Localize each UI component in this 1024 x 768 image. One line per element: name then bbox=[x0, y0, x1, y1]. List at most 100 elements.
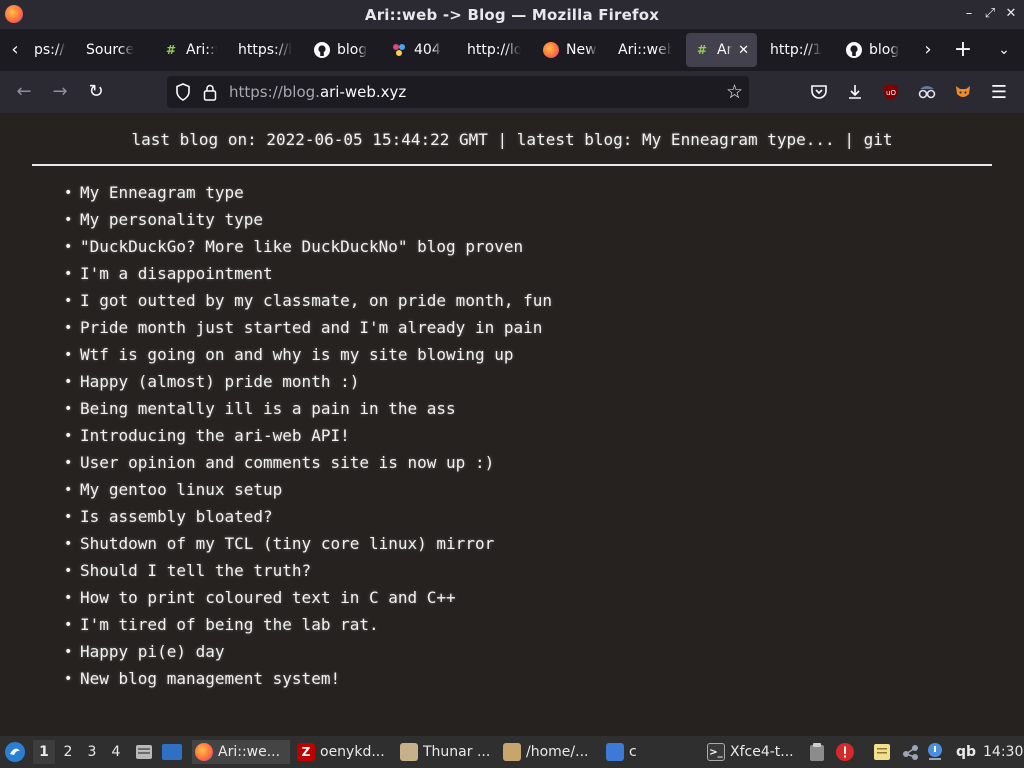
tab-active[interactable]: # Ari ✕ bbox=[686, 33, 757, 67]
tab-label: https://b bbox=[238, 42, 292, 58]
downloads-icon[interactable] bbox=[844, 81, 866, 103]
blog-post-link[interactable]: Happy pi(e) day bbox=[80, 642, 225, 661]
blog-post-link[interactable]: I'm a disappointment bbox=[80, 264, 273, 283]
tab[interactable]: New bbox=[535, 33, 605, 67]
task-firefox[interactable]: Ari::we... bbox=[192, 740, 290, 764]
maximize-button[interactable]: ⤢ bbox=[981, 6, 999, 21]
task-label: c bbox=[629, 744, 637, 760]
ublock-origin-icon[interactable]: uO bbox=[880, 81, 902, 103]
tab[interactable]: http://lo bbox=[459, 33, 529, 67]
blog-post-link[interactable]: Introducing the ari-web API! bbox=[80, 426, 350, 445]
blog-post-link[interactable]: Happy (almost) pride month :) bbox=[80, 372, 359, 391]
task-thunar[interactable]: Thunar ... bbox=[400, 740, 498, 764]
back-button[interactable]: ← bbox=[12, 80, 36, 104]
lock-icon[interactable] bbox=[203, 83, 217, 101]
workspace-1-button[interactable]: 1 bbox=[33, 740, 55, 764]
bullet-icon: • bbox=[64, 400, 73, 417]
blog-post-link[interactable]: My gentoo linux setup bbox=[80, 480, 282, 499]
list-item: • I'm tired of being the lab rat. bbox=[64, 611, 552, 638]
forward-button[interactable]: → bbox=[48, 80, 72, 104]
hamburger-menu-icon[interactable]: ☰ bbox=[988, 81, 1010, 103]
blog-post-link[interactable]: My personality type bbox=[80, 210, 263, 229]
github-icon bbox=[314, 42, 330, 58]
tab[interactable]: # Ari::w bbox=[155, 33, 225, 67]
close-tab-icon[interactable]: ✕ bbox=[738, 43, 749, 58]
alert-icon[interactable] bbox=[835, 740, 855, 764]
workspace-2-button[interactable]: 2 bbox=[57, 740, 79, 764]
blog-post-link[interactable]: Being mentally ill is a pain in the ass bbox=[80, 399, 456, 418]
taskbar: 1 2 3 4 Ari::we... Z oenykd... Thunar ..… bbox=[0, 736, 1024, 768]
tab-label: Ari bbox=[717, 42, 733, 58]
blog-post-link[interactable]: Is assembly bloated? bbox=[80, 507, 273, 526]
filezilla-icon: Z bbox=[297, 743, 315, 761]
workspace-3-button[interactable]: 3 bbox=[81, 740, 103, 764]
list-item: • Happy (almost) pride month :) bbox=[64, 368, 552, 395]
svg-text:uO: uO bbox=[886, 89, 896, 97]
workspace-4-button[interactable]: 4 bbox=[105, 740, 127, 764]
blog-post-list: • My Enneagram type • My personality type … bbox=[64, 179, 552, 692]
blog-post-link[interactable]: My Enneagram type bbox=[80, 183, 244, 202]
latest-blog-link[interactable]: My Enneagram type... bbox=[642, 130, 835, 149]
firefox-icon[interactable] bbox=[5, 5, 23, 23]
tab-label: blog bbox=[337, 42, 368, 58]
task-archive[interactable]: /home/... bbox=[503, 740, 601, 764]
reload-button[interactable]: ↻ bbox=[84, 80, 108, 104]
bullet-icon: • bbox=[64, 346, 73, 363]
whisker-menu-button[interactable] bbox=[4, 740, 26, 764]
blog-post-link[interactable]: I'm tired of being the lab rat. bbox=[80, 615, 379, 634]
url-domain: ari-web.xyz bbox=[319, 83, 407, 101]
blog-post-link[interactable]: "DuckDuckGo? More like DuckDuckNo" blog … bbox=[80, 237, 523, 256]
list-item: • Wtf is going on and why is my site blow… bbox=[64, 341, 552, 368]
blog-post-link[interactable]: Pride month just started and I'm already… bbox=[80, 318, 542, 337]
blog-post-link[interactable]: Should I tell the truth? bbox=[80, 561, 311, 580]
tab[interactable]: blog bbox=[838, 33, 908, 67]
list-item: • User opinion and comments site is now u… bbox=[64, 449, 552, 476]
address-bar[interactable]: https://blog.ari-web.xyz ☆ bbox=[167, 76, 749, 108]
tab[interactable]: 404 bbox=[383, 33, 453, 67]
task-label: /home/... bbox=[526, 744, 589, 760]
network-icon[interactable] bbox=[901, 740, 921, 764]
hash-icon: # bbox=[165, 43, 177, 57]
tab-label: Source bbox=[86, 42, 135, 58]
firefox-icon bbox=[543, 42, 559, 58]
update-notifier-icon[interactable] bbox=[925, 740, 945, 764]
blog-post-link[interactable]: Wtf is going on and why is my site blowi… bbox=[80, 345, 513, 364]
list-item: • Being mentally ill is a pain in the ass bbox=[64, 395, 552, 422]
tab[interactable]: ps://t bbox=[26, 33, 74, 67]
scroll-tabs-right-button[interactable]: › bbox=[915, 37, 941, 63]
blog-post-link[interactable]: Shutdown of my TCL (tiny core linux) mir… bbox=[80, 534, 494, 553]
tab[interactable]: https://b bbox=[230, 33, 300, 67]
list-item: • How to print coloured text in C and C++ bbox=[64, 584, 552, 611]
show-desktop-icon[interactable] bbox=[161, 740, 183, 764]
pocket-icon[interactable] bbox=[808, 81, 830, 103]
blog-post-link[interactable]: How to print coloured text in C and C++ bbox=[80, 588, 456, 607]
tab[interactable]: Source bbox=[78, 33, 148, 67]
list-item: • My Enneagram type bbox=[64, 179, 552, 206]
notes-icon[interactable] bbox=[872, 740, 892, 764]
blog-post-link[interactable]: I got outted by my classmate, on pride m… bbox=[80, 291, 552, 310]
blog-post-link[interactable]: New blog management system! bbox=[80, 669, 340, 688]
tab[interactable]: Ari::web bbox=[610, 33, 680, 67]
task-filezilla[interactable]: Z oenykd... bbox=[297, 740, 395, 764]
blog-post-link[interactable]: User opinion and comments site is now up… bbox=[80, 453, 494, 472]
task-folder[interactable]: c bbox=[606, 740, 702, 764]
bullet-icon: • bbox=[64, 643, 73, 660]
clipboard-icon[interactable] bbox=[809, 740, 825, 764]
close-window-button[interactable]: ✕ bbox=[1002, 6, 1020, 21]
new-tab-button[interactable]: + bbox=[950, 37, 976, 63]
spy-glasses-extension-icon[interactable] bbox=[916, 81, 938, 103]
file-manager-launcher-icon[interactable] bbox=[134, 740, 154, 764]
minimize-button[interactable]: – bbox=[960, 6, 978, 21]
list-item: • Happy pi(e) day bbox=[64, 638, 552, 665]
scroll-tabs-left-button[interactable]: ‹ bbox=[2, 37, 28, 63]
clock[interactable]: 14:30 bbox=[983, 740, 1023, 764]
bookmark-star-icon[interactable]: ☆ bbox=[726, 81, 743, 103]
qbittorrent-tray-icon[interactable]: qb bbox=[956, 740, 976, 764]
tab[interactable]: http://1 bbox=[762, 33, 832, 67]
list-all-tabs-button[interactable]: ⌄ bbox=[991, 37, 1017, 63]
fox-extension-icon[interactable] bbox=[952, 81, 974, 103]
git-link[interactable]: git bbox=[864, 130, 893, 149]
tracking-protection-shield-icon[interactable] bbox=[175, 83, 191, 101]
task-terminal[interactable]: >_ Xfce4-t... bbox=[707, 740, 805, 764]
tab[interactable]: blog bbox=[306, 33, 376, 67]
